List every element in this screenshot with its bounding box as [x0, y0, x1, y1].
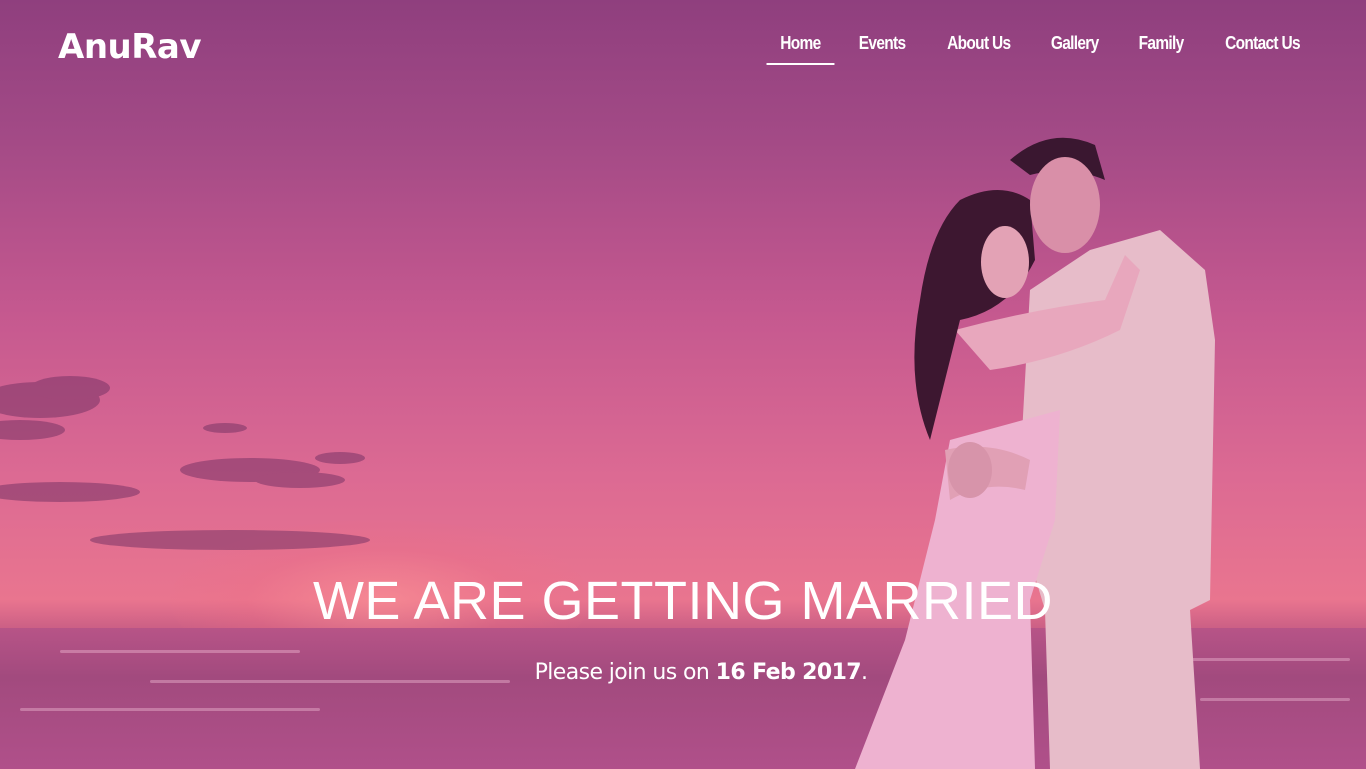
top-navbar: AnuRav Home Events About Us Gallery Fami…	[0, 0, 1366, 90]
hero-section: AnuRav Home Events About Us Gallery Fami…	[0, 0, 1366, 769]
subtitle-suffix: .	[860, 660, 868, 685]
scene-illustration	[0, 137, 1215, 769]
wedding-date: 16 Feb 2017	[715, 660, 862, 685]
nav-about-us-link[interactable]: About Us	[933, 22, 1024, 64]
nav-gallery-link[interactable]: Gallery	[1037, 22, 1112, 64]
nav-events-link[interactable]: Events	[846, 22, 920, 64]
clouds	[0, 376, 370, 550]
hero-subtitle: Please join us on 16 Feb 2017.	[0, 658, 1366, 688]
nav-contact-us-link[interactable]: Contact Us	[1211, 22, 1313, 64]
main-menu: Home Events About Us Gallery Family Cont…	[761, 22, 1322, 65]
subtitle-prefix: Please join us on	[534, 660, 716, 685]
nav-family-link[interactable]: Family	[1125, 22, 1197, 64]
nav-home-link[interactable]: Home	[766, 22, 834, 65]
brand-logo[interactable]: AnuRav	[58, 27, 202, 67]
